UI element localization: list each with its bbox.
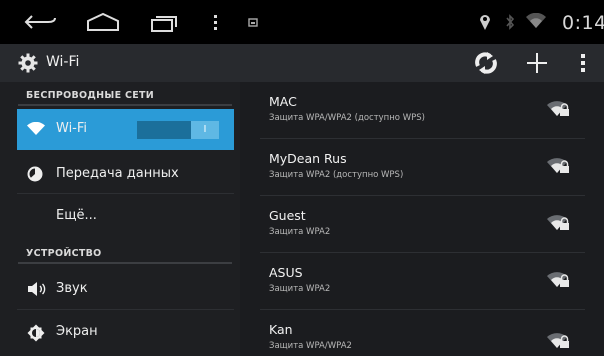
android-settings-screen: 0:14 Wi-Fi БЕСПРОВОДНЫЕ СЕТИ Wi-Fi I Пер… <box>0 0 604 356</box>
wifi-locked-icon <box>547 101 569 116</box>
network-security: Защита WPA/WPA2 <box>269 341 352 351</box>
network-name: ASUS <box>269 265 303 280</box>
wifi-locked-icon <box>547 215 569 230</box>
network-row-asus[interactable]: ASUS Защита WPA2 <box>260 253 585 310</box>
network-row-guest[interactable]: Guest Защита WPA2 <box>260 196 585 253</box>
status-bar: 0:14 <box>0 0 604 44</box>
sidebar-item-data-usage[interactable]: Передача данных <box>17 154 234 194</box>
wifi-locked-icon <box>547 333 569 348</box>
divider <box>17 309 234 310</box>
network-row-mac[interactable]: MAC Защита WPA/WPA2 (доступно WPS) <box>260 82 585 139</box>
data-usage-icon <box>27 166 43 182</box>
wifi-network-list: MAC Защита WPA/WPA2 (доступно WPS) MyDea… <box>240 82 604 356</box>
wifi-locked-icon <box>547 158 569 173</box>
clock: 0:14 <box>562 12 604 34</box>
wifi-icon <box>526 13 546 28</box>
sidebar-item-label: Ещё... <box>56 208 97 223</box>
settings-sidebar: БЕСПРОВОДНЫЕ СЕТИ Wi-Fi I Передача данны… <box>0 82 240 356</box>
divider <box>17 193 234 194</box>
sidebar-item-more[interactable]: Ещё... <box>17 196 234 236</box>
wifi-toggle-knob: I <box>191 121 219 139</box>
overflow-menu-icon[interactable] <box>580 53 586 73</box>
network-row-mydean-rus[interactable]: MyDean Rus Защита WPA2 (доступно WPS) <box>260 139 585 196</box>
sidebar-item-display[interactable]: Экран <box>17 312 234 352</box>
wps-scan-icon[interactable] <box>473 50 499 76</box>
sidebar-item-sound[interactable]: Звук <box>17 269 234 310</box>
home-icon[interactable] <box>86 12 120 32</box>
location-icon <box>480 15 490 30</box>
sidebar-item-label: Экран <box>56 324 98 339</box>
sidebar-item-label: Wi-Fi <box>56 121 88 136</box>
sound-icon <box>28 282 46 296</box>
display-icon <box>27 324 45 342</box>
network-name: MAC <box>269 94 297 109</box>
action-bar: Wi-Fi <box>0 44 604 82</box>
page-title: Wi-Fi <box>46 54 80 70</box>
section-header-device: УСТРОЙСТВО <box>26 248 102 259</box>
add-icon[interactable] <box>524 50 550 76</box>
sidebar-item-label: Звук <box>56 281 88 296</box>
wifi-toggle[interactable]: I <box>137 121 219 139</box>
sidebar-item-label: Передача данных <box>56 166 179 181</box>
section-divider <box>18 104 232 106</box>
overflow-icon[interactable] <box>213 14 219 32</box>
network-security: Защита WPA2 <box>269 284 331 294</box>
settings-gear-icon[interactable] <box>18 53 38 73</box>
network-name: Kan <box>269 322 293 337</box>
network-name: MyDean Rus <box>269 151 347 166</box>
wifi-icon <box>27 122 45 135</box>
network-security: Защита WPA2 <box>269 227 331 237</box>
back-icon[interactable] <box>24 14 58 30</box>
notification-icon <box>248 18 258 27</box>
sidebar-item-wifi[interactable]: Wi-Fi I <box>17 109 234 150</box>
network-name: Guest <box>269 208 306 223</box>
wifi-locked-icon <box>547 272 569 287</box>
network-security: Защита WPA2 (доступно WPS) <box>269 170 404 180</box>
network-security: Защита WPA/WPA2 (доступно WPS) <box>269 113 425 123</box>
section-divider <box>18 262 232 264</box>
network-row-kan[interactable]: Kan Защита WPA/WPA2 <box>260 310 585 356</box>
section-header-wireless: БЕСПРОВОДНЫЕ СЕТИ <box>26 90 155 101</box>
bluetooth-icon <box>506 14 515 30</box>
recents-icon[interactable] <box>150 14 180 32</box>
